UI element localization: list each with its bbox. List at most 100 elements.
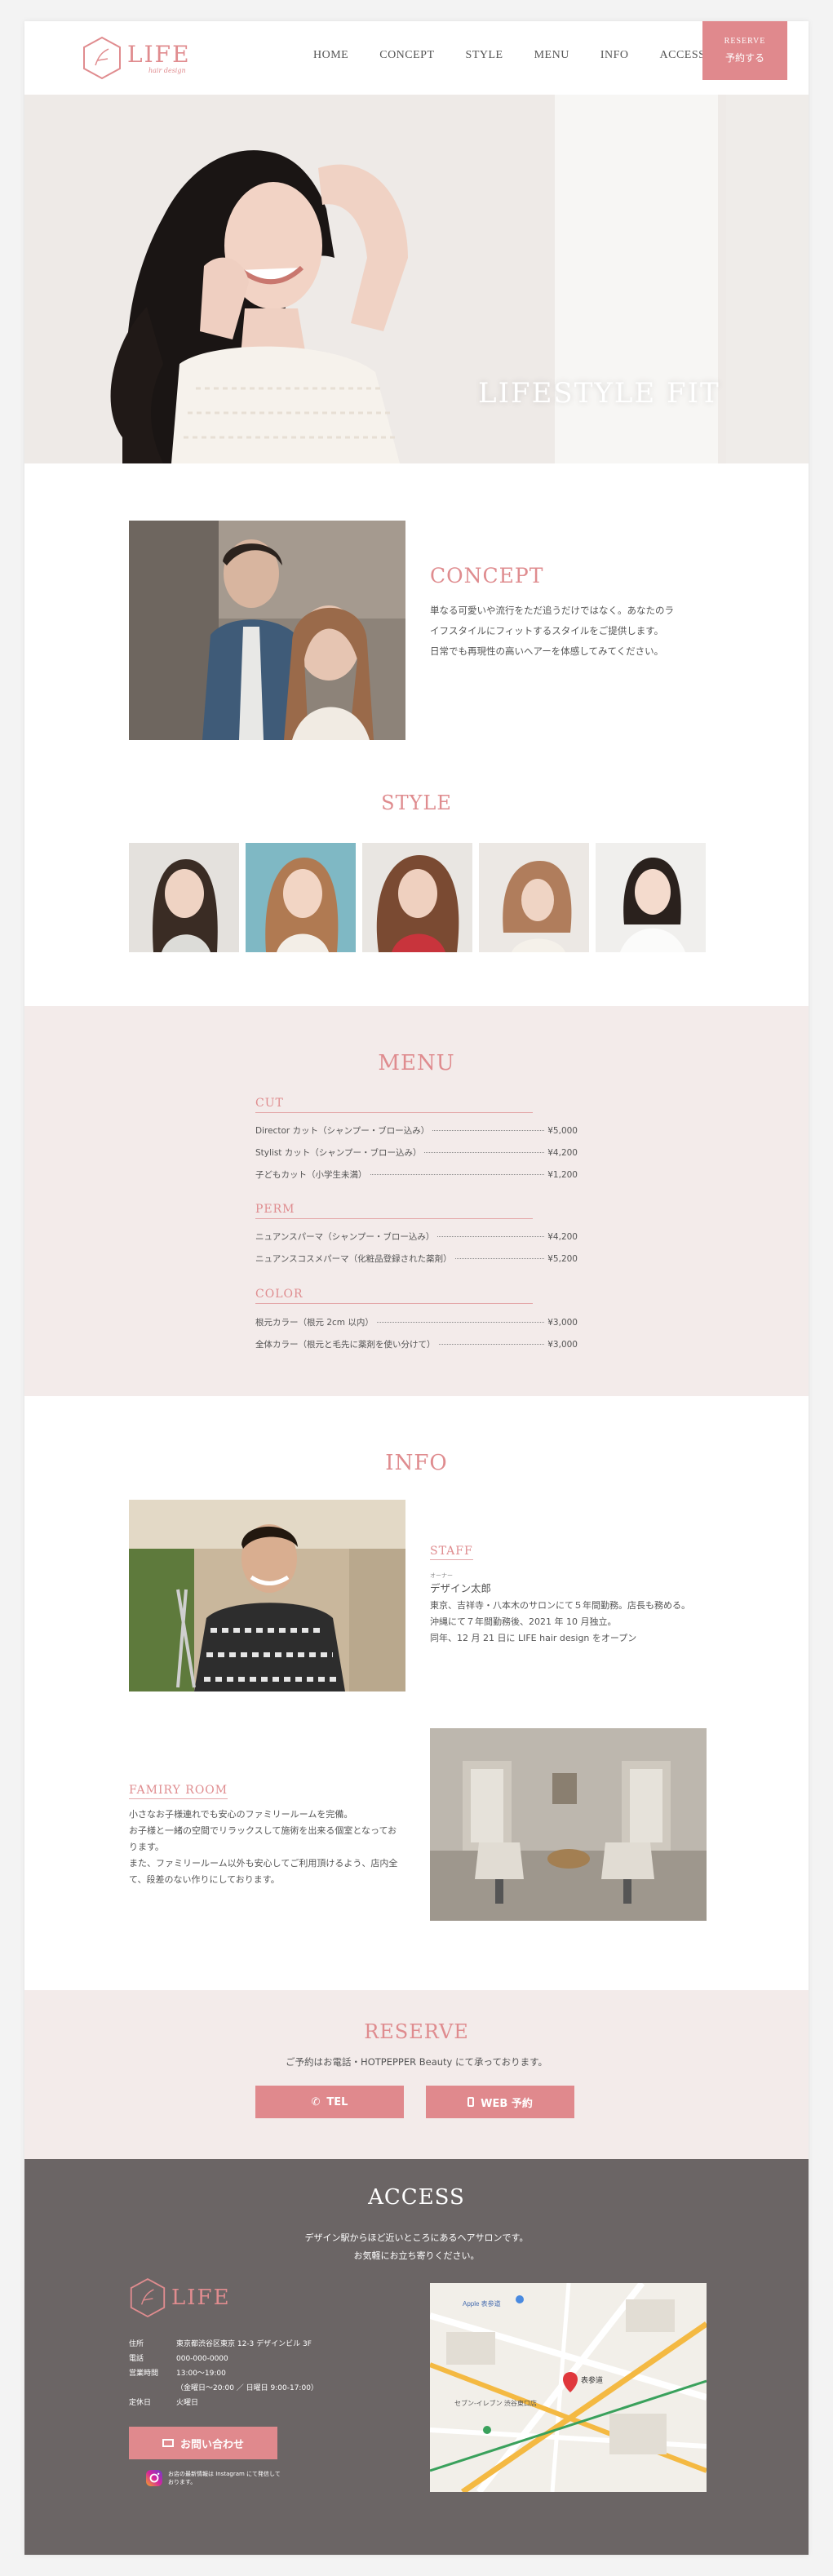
shop-info-value: 13:00～19:00 (176, 2370, 226, 2378)
menu-item-price: ¥4,200 (547, 1147, 578, 1158)
reserve-button-jp: 予約する (724, 52, 764, 64)
family-room-line: て、段差のない作りにしております。 (129, 1874, 280, 1885)
header-reserve-button[interactable]: RESERVE 予約する (702, 21, 787, 80)
staff-ruby: オーナー (430, 1572, 453, 1579)
shop-info-key: 電話 (129, 2355, 144, 2363)
nav-style[interactable]: STYLE (466, 49, 503, 62)
menu-item-name: 子どもカット（小学生未満） (255, 1170, 367, 1180)
access-lead-line: お気軽にお立ち寄りください。 (353, 2250, 480, 2261)
style-photo-2[interactable] (246, 843, 356, 952)
menu-item-price: ¥5,000 (547, 1125, 578, 1136)
staff-bio-line: 沖縄にて７年間勤務後、2021 年 10 月独立。 (430, 1616, 617, 1627)
style-photo-1[interactable] (129, 843, 239, 952)
family-room-line: 小さなお子様連れでも安心のファミリールームを完備。 (129, 1809, 353, 1820)
global-nav: HOME CONCEPT STYLE MENU INFO ACCESS (313, 49, 736, 62)
menu-item-name: Director カット（シャンプー・ブロー込み） (255, 1126, 430, 1136)
footer-logo-hexagon-icon (130, 2277, 166, 2318)
access-map[interactable]: Apple 表参道 セブン-イレブン 渋谷東口店 表参道 (430, 2283, 707, 2492)
hero-banner: LIFESTYLE FIT (24, 95, 809, 463)
salon-interior-photo (430, 1728, 707, 1921)
staff-bio-line: 東京、吉祥寺・八本木のサロンにて５年間勤務。店長も務める。 (430, 1600, 690, 1611)
access-lead-line: デザイン駅からほど近いところにあるヘアサロンです。 (304, 2232, 529, 2243)
menu-item-price: ¥5,200 (547, 1253, 578, 1264)
nav-home[interactable]: HOME (313, 49, 348, 62)
shop-info-value: 火曜日 (176, 2399, 199, 2407)
tel-button-label: TEL (326, 2095, 348, 2108)
menu-item: Stylist カット（シャンプー・ブロー込み） ¥4,200 (255, 1146, 578, 1159)
concept-line-2: イフスタイルにフィットするスタイルをご提供します。 (430, 625, 664, 636)
instagram-text: お店の最新情報は Instagram にて発信しております。 (168, 2471, 281, 2485)
menu-dotted-leader (432, 1130, 545, 1131)
concept-photo (129, 521, 405, 740)
staff-name: デザイン太郎 (430, 1582, 492, 1594)
menu-item: 全体カラー（根元と毛先に薬剤を使い分けて） ¥3,000 (255, 1338, 578, 1350)
family-room-line: お子様と一緒の空間でリラックスして施術を出来る個室となってお (129, 1825, 397, 1836)
site-header: LIFE hair design HOME CONCEPT STYLE MENU… (24, 21, 809, 95)
menu-item-name: 全体カラー（根元と毛先に薬剤を使い分けて） (255, 1340, 436, 1350)
shop-info-value: （金曜日～20:00 ／ 日曜日 9:00-17:00） (176, 2384, 318, 2392)
shop-info-key: 定休日 (129, 2399, 152, 2407)
menu-dotted-leader (424, 1152, 545, 1153)
menu-title: MENU (378, 1051, 455, 1075)
info-title: INFO (385, 1451, 448, 1475)
staff-title: STAFF (430, 1545, 473, 1560)
reserve-title: RESERVE (364, 2020, 469, 2043)
nav-info[interactable]: INFO (600, 49, 629, 62)
family-room-line: ります。 (129, 1842, 164, 1852)
menu-dotted-leader (437, 1236, 545, 1237)
shop-info-row: 住所 東京都渋谷区東京 12-3 デザインビル 3F (129, 2337, 318, 2352)
family-room-line: また、ファミリールーム以外も安心してご利用頂けるよう、店内全 (129, 1858, 398, 1869)
mail-icon (162, 2439, 174, 2447)
concept-title: CONCEPT (430, 564, 544, 587)
contact-button-label: お問い合わせ (179, 2438, 244, 2451)
phone-icon: ✆ (311, 2095, 321, 2108)
map-label-apple: Apple 表参道 (463, 2299, 501, 2308)
map-label-station: 表参道 (581, 2375, 603, 2384)
style-photo-3[interactable] (362, 843, 472, 952)
reserve-section (24, 1990, 809, 2159)
shop-info-table: 住所 東京都渋谷区東京 12-3 デザインビル 3F 電話 000-000-0000… (129, 2337, 318, 2410)
menu-item-price: ¥1,200 (547, 1169, 578, 1180)
nav-access[interactable]: ACCESS (660, 49, 706, 62)
shop-info-row: 営業時間 13:00～19:00 (129, 2366, 318, 2381)
map-label-seven: セブン-イレブン 渋谷東口店 (454, 2399, 537, 2407)
instagram-icon (146, 2470, 162, 2486)
menu-item: 子どもカット（小学生未満） ¥1,200 (255, 1168, 578, 1181)
shop-info-row: （金曜日～20:00 ／ 日曜日 9:00-17:00） (129, 2381, 318, 2396)
hero-copy: LIFESTYLE FIT (478, 377, 720, 410)
style-photo-4[interactable] (479, 843, 589, 952)
family-room-text: 小さなお子様連れでも安心のファミリールームを完備。 お子様と一緒の空間でリラック… (129, 1807, 406, 1888)
menu-dotted-leader (376, 1322, 545, 1323)
web-reserve-button[interactable]: WEB 予約 (426, 2086, 574, 2118)
menu-item-name: 根元カラー（根元 2cm 以内） (255, 1318, 374, 1328)
menu-item-name: Stylist カット（シャンプー・ブロー込み） (255, 1148, 422, 1158)
concept-line-1: 単なる可愛いや流行をただ追うだけではなく。あなたのラ (430, 605, 674, 616)
menu-item: ニュアンスパーマ（シャンプー・ブロー込み） ¥4,200 (255, 1230, 578, 1243)
staff-photo (129, 1500, 405, 1691)
instagram-link[interactable]: お店の最新情報は Instagram にて発信しております。 (145, 2469, 282, 2487)
logo[interactable]: LIFE hair design (82, 34, 191, 82)
menu-item-price: ¥3,000 (547, 1317, 578, 1328)
logo-wordmark: LIFE (127, 40, 191, 68)
menu-item-name: ニュアンスパーマ（シャンプー・ブロー込み） (255, 1232, 435, 1242)
shop-info-key: 営業時間 (129, 2370, 159, 2378)
footer-logo[interactable]: LIFE (129, 2277, 231, 2318)
shop-info-value: 東京都渋谷区東京 12-3 デザインビル 3F (176, 2340, 312, 2348)
shop-info-row: 定休日 火曜日 (129, 2396, 318, 2410)
menu-category-perm: PERM (255, 1203, 533, 1219)
logo-hexagon-icon (83, 36, 121, 80)
menu-dotted-leader (438, 1344, 545, 1345)
style-photo-5[interactable] (596, 843, 706, 952)
contact-button[interactable]: お問い合わせ (129, 2427, 277, 2459)
menu-dotted-leader (454, 1258, 545, 1259)
reserve-button-en: RESERVE (724, 37, 766, 46)
shop-info-value: 000-000-0000 (176, 2355, 228, 2363)
concept-text: 単なる可愛いや流行をただ追うだけではなく。あなたのラ イフスタイルにフィットする… (430, 601, 707, 662)
nav-concept[interactable]: CONCEPT (379, 49, 434, 62)
nav-menu[interactable]: MENU (534, 49, 569, 62)
staff-bio: 東京、吉祥寺・八本木のサロンにて５年間勤務。店長も務める。 沖縄にて７年間勤務後… (430, 1598, 724, 1647)
access-lead: デザイン駅からほど近いところにあるヘアサロンです。 お気軽にお立ち寄りください。 (24, 2229, 809, 2265)
tel-button[interactable]: ✆ TEL (255, 2086, 404, 2118)
web-reserve-label: WEB 予約 (481, 2097, 533, 2110)
menu-item: Director カット（シャンプー・ブロー込み） ¥5,000 (255, 1124, 578, 1137)
